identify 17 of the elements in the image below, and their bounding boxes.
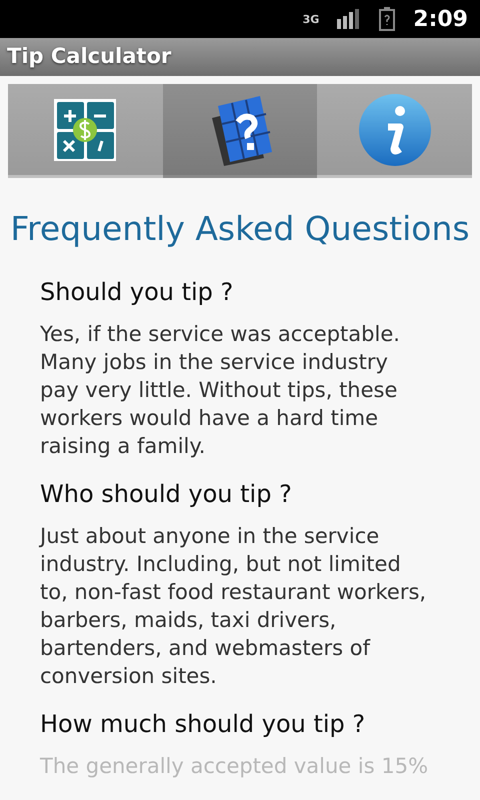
app-title: Tip Calculator <box>7 43 172 70</box>
signal-icon <box>337 9 362 29</box>
answer-text: Yes, if the service was acceptable. Many jobs in the service industry pay very little. Without tips, these workers would have a hard time raising a family. <box>40 321 401 460</box>
tab[interactable] <box>162 84 318 178</box>
answer-text: Just about anyone in the service industry. Including, but not limited to, non-fast food restaurant workers, barbers, maids, taxi drivers, bartenders, and webmasters of conversion sites. <box>40 523 428 690</box>
clock: 2:09 <box>413 6 468 34</box>
answer-text: The generally accepted value is 15% <box>40 753 430 780</box>
question-heading: Should you tip ? <box>40 277 234 308</box>
network-indicator: 3G <box>302 14 320 24</box>
tab[interactable] <box>317 84 472 178</box>
calculator-icon <box>54 98 116 160</box>
info-icon <box>358 92 432 166</box>
question-heading: How much should you tip ? <box>40 709 366 740</box>
tab[interactable] <box>8 84 163 178</box>
question-heading: Who should you tip ? <box>40 479 293 510</box>
page-heading: Frequently Asked Questions <box>9 208 471 250</box>
battery-icon <box>379 7 396 31</box>
